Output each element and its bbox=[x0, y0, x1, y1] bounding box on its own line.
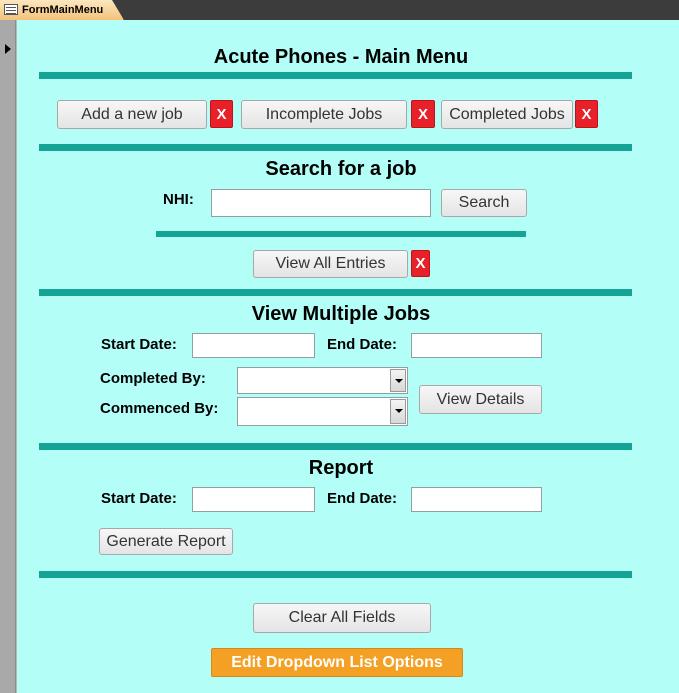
chevron-down-icon[interactable] bbox=[390, 369, 406, 392]
close-completed-jobs-button[interactable]: X bbox=[575, 100, 598, 128]
form-icon bbox=[4, 4, 18, 15]
multiple-start-date-field[interactable] bbox=[192, 333, 315, 358]
completed-by-label: Completed By: bbox=[100, 370, 206, 387]
report-start-date-field[interactable] bbox=[192, 487, 315, 512]
search-heading: Search for a job bbox=[265, 158, 417, 180]
completed-jobs-button[interactable]: Completed Jobs bbox=[441, 100, 573, 129]
close-incomplete-jobs-button[interactable]: X bbox=[411, 100, 435, 128]
main-menu-form: Acute Phones - Main Menu Add a new job X… bbox=[17, 20, 679, 693]
report-end-date-label: End Date: bbox=[327, 490, 398, 507]
report-heading: Report bbox=[308, 457, 374, 479]
close-add-job-button[interactable]: X bbox=[210, 100, 233, 128]
generate-report-button[interactable]: Generate Report bbox=[99, 528, 233, 555]
divider bbox=[39, 72, 632, 79]
end-date-label: End Date: bbox=[327, 336, 398, 353]
record-selector[interactable] bbox=[0, 20, 16, 693]
edit-dropdown-options-button[interactable]: Edit Dropdown List Options bbox=[211, 648, 463, 677]
divider bbox=[39, 571, 632, 578]
commenced-by-label: Commenced By: bbox=[100, 400, 219, 417]
search-button[interactable]: Search bbox=[441, 189, 527, 217]
close-view-all-button[interactable]: X bbox=[411, 250, 430, 277]
divider bbox=[156, 231, 526, 237]
form-tab-label: FormMainMenu bbox=[22, 4, 104, 16]
view-multiple-heading: View Multiple Jobs bbox=[251, 303, 431, 325]
nhi-label: NHI: bbox=[163, 191, 194, 208]
view-all-entries-button[interactable]: View All Entries bbox=[253, 250, 408, 278]
form-tab[interactable]: FormMainMenu bbox=[0, 0, 124, 20]
report-end-date-field[interactable] bbox=[411, 487, 542, 512]
incomplete-jobs-button[interactable]: Incomplete Jobs bbox=[241, 100, 407, 129]
chevron-down-icon[interactable] bbox=[390, 399, 406, 424]
nhi-input[interactable] bbox=[211, 189, 431, 217]
report-start-date-label: Start Date: bbox=[101, 490, 177, 507]
add-new-job-button[interactable]: Add a new job bbox=[57, 100, 207, 129]
start-date-label: Start Date: bbox=[101, 336, 177, 353]
page-title: Acute Phones - Main Menu bbox=[213, 46, 469, 68]
title-bar: FormMainMenu bbox=[0, 0, 679, 20]
clear-all-fields-button[interactable]: Clear All Fields bbox=[253, 603, 431, 633]
view-details-button[interactable]: View Details bbox=[419, 385, 542, 414]
completed-by-dropdown[interactable] bbox=[237, 367, 408, 394]
commenced-by-dropdown[interactable] bbox=[237, 397, 408, 426]
divider bbox=[39, 289, 632, 296]
divider bbox=[39, 144, 632, 151]
record-pointer-icon bbox=[5, 44, 11, 54]
divider bbox=[39, 443, 632, 450]
multiple-end-date-field[interactable] bbox=[411, 333, 542, 358]
